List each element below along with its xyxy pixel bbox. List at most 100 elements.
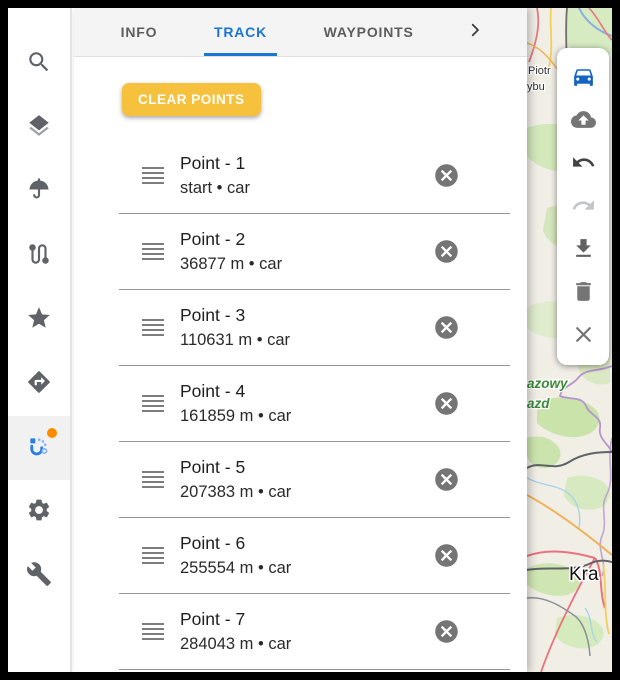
sidebar-item-route[interactable] [8, 224, 70, 288]
search-icon [26, 49, 52, 80]
point-row[interactable]: Point - 4 161859 m • car [119, 366, 510, 442]
delete-point-button[interactable] [433, 466, 460, 493]
point-subtitle: 36877 m • car [180, 253, 433, 276]
point-subtitle: 110631 m • car [180, 329, 433, 352]
point-title: Point - 3 [180, 303, 433, 328]
circle-x-icon [433, 162, 460, 189]
gear-icon [26, 497, 52, 528]
point-title: Point - 4 [180, 379, 433, 404]
circle-x-icon [433, 466, 460, 493]
point-row[interactable]: Point - 6 255554 m • car [119, 518, 510, 594]
point-text: Point - 5 207383 m • car [180, 455, 433, 503]
drag-handle-icon[interactable] [142, 319, 164, 336]
map-city-label: Kra [569, 564, 599, 585]
delete-point-button[interactable] [433, 314, 460, 341]
point-text: Point - 4 161859 m • car [180, 379, 433, 427]
point-subtitle: 161859 m • car [180, 405, 433, 428]
clear-points-button[interactable]: CLEAR POINTS [122, 83, 261, 116]
app-window: INFO TRACK WAYPOINTS CLEAR POINTS Point … [0, 0, 620, 680]
point-subtitle: 255554 m • car [180, 557, 433, 580]
track-edit-icon [26, 433, 52, 464]
point-text: Point - 1 start • car [180, 151, 433, 199]
point-row[interactable]: Point - 3 110631 m • car [119, 290, 510, 366]
point-row[interactable]: Point - 1 start • car [119, 138, 510, 214]
upload-button[interactable] [557, 99, 609, 142]
umbrella-icon [26, 177, 52, 208]
sidebar-item-layers[interactable] [8, 96, 70, 160]
car-icon [571, 64, 596, 92]
drag-handle-icon[interactable] [142, 471, 164, 488]
point-title: Point - 5 [180, 455, 433, 480]
delete-point-button[interactable] [433, 390, 460, 417]
point-row[interactable]: Point - 2 36877 m • car [119, 214, 510, 290]
point-row[interactable]: Point - 5 207383 m • car [119, 442, 510, 518]
sidebar-item-favorites[interactable] [8, 288, 70, 352]
routing-mode-car-button[interactable] [557, 56, 609, 99]
delete-point-button[interactable] [433, 618, 460, 645]
drag-handle-icon[interactable] [142, 623, 164, 640]
close-toolbar-button[interactable] [557, 314, 609, 357]
drag-handle-icon[interactable] [142, 547, 164, 564]
sidebar-item-track-editor[interactable] [8, 416, 70, 480]
track-tab-content: CLEAR POINTS Point - 1 start • car [74, 57, 527, 672]
layers-icon [26, 113, 52, 144]
tabs-overflow-button[interactable] [460, 8, 490, 56]
circle-x-icon [433, 390, 460, 417]
sidebar-item-tools[interactable] [8, 544, 70, 608]
wrench-icon [26, 561, 52, 592]
point-title: Point - 7 [180, 607, 433, 632]
track-panel: INFO TRACK WAYPOINTS CLEAR POINTS Point … [74, 8, 527, 672]
notification-dot [47, 428, 57, 438]
point-subtitle: 284043 m • car [180, 633, 433, 656]
drag-handle-icon[interactable] [142, 167, 164, 184]
point-row[interactable]: Point - 7 284043 m • car [119, 594, 510, 670]
point-text: Point - 6 255554 m • car [180, 531, 433, 579]
point-title: Point - 2 [180, 227, 433, 252]
sidebar-item-umbrella[interactable] [8, 160, 70, 224]
sidebar-item-directions[interactable] [8, 352, 70, 416]
map-place-label: ybu [527, 81, 545, 93]
redo-button[interactable] [557, 185, 609, 228]
redo-icon [571, 193, 596, 221]
tab-track[interactable]: TRACK [204, 8, 277, 56]
undo-icon [571, 150, 596, 178]
chevron-right-icon [466, 21, 484, 44]
points-list: Point - 1 start • car Point - 2 36877 m … [119, 138, 510, 670]
delete-point-button[interactable] [433, 162, 460, 189]
point-text: Point - 3 110631 m • car [180, 303, 433, 351]
map-place-label: Piotr [528, 65, 551, 77]
point-text: Point - 7 284043 m • car [180, 607, 433, 655]
delete-track-button[interactable] [557, 271, 609, 314]
point-title: Point - 6 [180, 531, 433, 556]
directions-icon [26, 369, 52, 400]
drag-handle-icon[interactable] [142, 395, 164, 412]
tab-info[interactable]: INFO [111, 8, 168, 56]
point-subtitle: start • car [180, 177, 433, 200]
trash-icon [571, 279, 596, 307]
track-edit-toolbar [557, 48, 609, 365]
close-icon [571, 322, 596, 350]
point-subtitle: 207383 m • car [180, 481, 433, 504]
drag-handle-icon[interactable] [142, 243, 164, 260]
route-icon [26, 241, 52, 272]
sidebar-item-settings[interactable] [8, 480, 70, 544]
tab-waypoints[interactable]: WAYPOINTS [314, 8, 424, 56]
point-title: Point - 1 [180, 151, 433, 176]
circle-x-icon [433, 238, 460, 265]
left-toolbar [8, 8, 72, 672]
map-park-label: azd [527, 396, 550, 411]
delete-point-button[interactable] [433, 238, 460, 265]
delete-point-button[interactable] [433, 542, 460, 569]
panel-tabbar: INFO TRACK WAYPOINTS [74, 8, 527, 57]
point-text: Point - 2 36877 m • car [180, 227, 433, 275]
map-park-label: azowy [527, 376, 569, 391]
download-icon [571, 236, 596, 264]
cloud-upload-icon [571, 107, 596, 135]
undo-button[interactable] [557, 142, 609, 185]
star-icon [26, 305, 52, 336]
circle-x-icon [433, 314, 460, 341]
download-button[interactable] [557, 228, 609, 271]
sidebar-item-search[interactable] [8, 32, 70, 96]
circle-x-icon [433, 542, 460, 569]
circle-x-icon [433, 618, 460, 645]
